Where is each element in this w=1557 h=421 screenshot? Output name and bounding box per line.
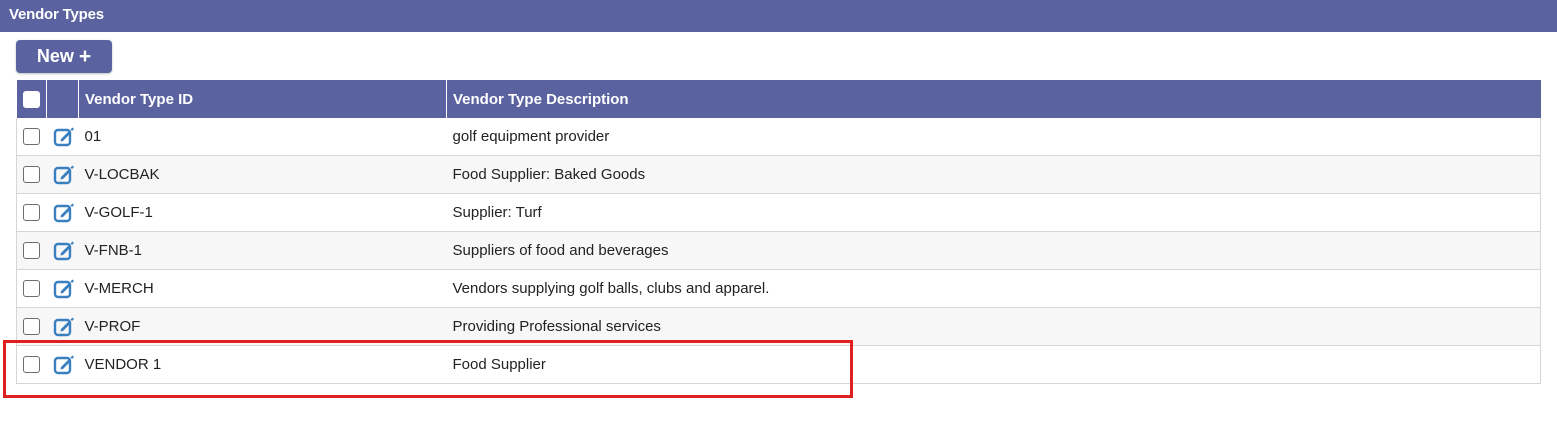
vendor-type-id-cell: V-FNB-1 — [78, 231, 447, 270]
plus-icon: + — [78, 45, 92, 68]
vendor-types-table: Vendor Type ID Vendor Type Description 0… — [16, 80, 1541, 384]
edit-column-header — [46, 80, 79, 118]
row-check-cell — [16, 193, 47, 232]
edit-icon[interactable] — [53, 278, 75, 300]
row-edit-cell — [46, 269, 79, 308]
vendor-type-id-cell: VENDOR 1 — [78, 345, 447, 384]
page-title: Vendor Types — [0, 0, 1557, 32]
select-all-checkbox[interactable] — [22, 90, 40, 108]
table-row[interactable]: V-GOLF-1 Supplier: Turf — [16, 193, 1541, 232]
vendor-type-description-cell: Suppliers of food and beverages — [446, 231, 1541, 270]
vendor-type-id-cell: V-GOLF-1 — [78, 193, 447, 232]
row-check-cell — [16, 231, 47, 270]
edit-icon[interactable] — [53, 240, 75, 262]
new-button[interactable]: New + — [16, 40, 112, 73]
vendor-type-id-cell: V-LOCBAK — [78, 155, 447, 194]
row-check-cell — [16, 269, 47, 308]
vendor-type-id-cell: V-PROF — [78, 307, 447, 346]
row-check-cell — [16, 155, 47, 194]
table-row[interactable]: V-FNB-1 Suppliers of food and beverages — [16, 231, 1541, 270]
row-check-cell — [16, 307, 47, 346]
table-row[interactable]: V-LOCBAK Food Supplier: Baked Goods — [16, 155, 1541, 194]
row-checkbox[interactable] — [23, 356, 40, 374]
row-edit-cell — [46, 307, 79, 346]
column-header-vendor-type-id[interactable]: Vendor Type ID — [78, 80, 447, 118]
vendor-type-description-cell: Food Supplier: Baked Goods — [446, 155, 1541, 194]
row-edit-cell — [46, 118, 79, 156]
row-edit-cell — [46, 155, 79, 194]
vendor-type-description-cell: Food Supplier — [446, 345, 1541, 384]
row-edit-cell — [46, 193, 79, 232]
row-checkbox[interactable] — [23, 166, 40, 184]
edit-icon[interactable] — [53, 126, 75, 148]
row-checkbox[interactable] — [23, 242, 40, 260]
select-all-cell — [16, 80, 47, 118]
row-edit-cell — [46, 231, 79, 270]
edit-icon[interactable] — [53, 164, 75, 186]
table-row[interactable]: VENDOR 1 Food Supplier — [16, 345, 1541, 384]
edit-icon[interactable] — [53, 316, 75, 338]
row-checkbox[interactable] — [23, 318, 40, 336]
table-row[interactable]: V-PROF Providing Professional services — [16, 307, 1541, 346]
vendor-type-description-cell: Providing Professional services — [446, 307, 1541, 346]
table-row[interactable]: 01 golf equipment provider — [16, 118, 1541, 156]
vendor-type-id-cell: 01 — [78, 118, 447, 156]
row-check-cell — [16, 345, 47, 384]
table-header-row: Vendor Type ID Vendor Type Description — [16, 80, 1541, 118]
row-checkbox[interactable] — [23, 280, 40, 298]
vendor-type-description-cell: Supplier: Turf — [446, 193, 1541, 232]
vendor-type-description-cell: golf equipment provider — [446, 118, 1541, 156]
row-checkbox[interactable] — [23, 128, 40, 146]
edit-icon[interactable] — [53, 354, 75, 376]
vendor-type-id-cell: V-MERCH — [78, 269, 447, 308]
vendor-type-description-cell: Vendors supplying golf balls, clubs and … — [446, 269, 1541, 308]
table-row[interactable]: V-MERCH Vendors supplying golf balls, cl… — [16, 269, 1541, 308]
row-checkbox[interactable] — [23, 204, 40, 222]
new-button-label: New — [36, 46, 74, 66]
column-header-vendor-type-description[interactable]: Vendor Type Description — [446, 80, 1541, 118]
row-check-cell — [16, 118, 47, 156]
row-edit-cell — [46, 345, 79, 384]
edit-icon[interactable] — [53, 202, 75, 224]
